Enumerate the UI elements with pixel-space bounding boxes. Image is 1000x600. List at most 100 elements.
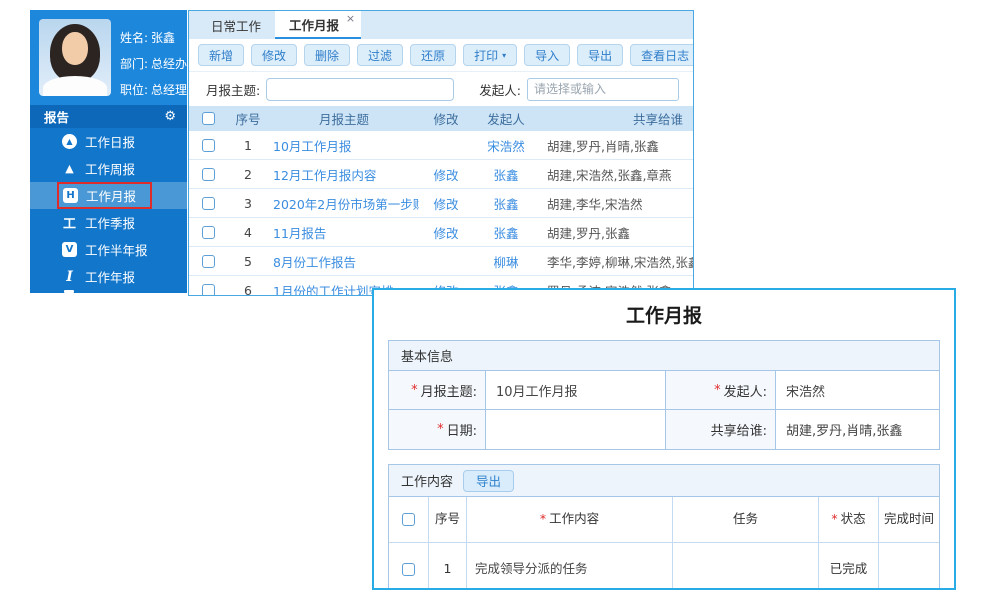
export-button[interactable]: 导出: [577, 44, 623, 66]
sidebar-item-label: 工作半年报: [85, 240, 148, 259]
col-topic: 月报主题: [269, 109, 419, 128]
table-row[interactable]: 2 12月工作月报内容 修改 张鑫 胡建,宋浩然,张鑫,章燕: [189, 160, 693, 189]
modify-link[interactable]: 修改: [419, 223, 473, 242]
report-table: 序号 月报主题 修改 发起人 共享给谁 1 10月工作月报 宋浩然 胡建,罗丹,…: [189, 106, 693, 296]
title-value: 总经理: [151, 83, 187, 97]
annual-report-icon: I: [62, 269, 77, 284]
row-checkbox[interactable]: [202, 255, 215, 268]
avatar: [39, 19, 111, 96]
sidebar-item-label: 工作年报: [85, 267, 135, 286]
work-col-time: 完成时间: [879, 497, 939, 543]
topic-link[interactable]: 2020年2月份市场第一步财务...: [269, 194, 419, 213]
monthly-report-icon: H: [63, 188, 78, 203]
table-row[interactable]: 4 11月报告 修改 张鑫 胡建,罗丹,张鑫: [189, 218, 693, 247]
initiator-link[interactable]: 张鑫: [473, 165, 539, 184]
sidebar-item-quarterly-report[interactable]: 工 工作季报: [30, 209, 187, 236]
name-label: 姓名:: [120, 31, 148, 45]
topic-link[interactable]: 12月工作月报内容: [269, 165, 419, 184]
avatar-face: [62, 32, 88, 65]
basic-info-row: *日期: 共享给谁: 胡建,罗丹,肖晴,张鑫: [389, 410, 939, 449]
profile-info: 姓名:张鑫 部门:总经办 职位:总经理: [120, 19, 187, 96]
initiator-link[interactable]: 张鑫: [473, 223, 539, 242]
restore-button[interactable]: 还原: [410, 44, 456, 66]
section-title: 报告: [44, 107, 69, 126]
topic-filter-input[interactable]: [266, 78, 454, 101]
dialog-export-button[interactable]: 导出: [463, 470, 514, 492]
initiator-link[interactable]: 宋浩然: [473, 136, 539, 155]
import-button[interactable]: 导入: [524, 44, 570, 66]
required-mark: *: [714, 383, 721, 398]
initiator-filter-input[interactable]: [527, 78, 679, 101]
required-mark: *: [540, 511, 546, 528]
row-checkbox[interactable]: [202, 197, 215, 210]
row-seq: 6: [227, 283, 269, 297]
col-shared: 共享给谁: [539, 109, 693, 128]
modify-link[interactable]: 修改: [419, 165, 473, 184]
work-row-content: 完成领导分派的任务: [467, 543, 673, 590]
initiator-field-value: 宋浩然: [776, 371, 939, 409]
modify-link[interactable]: 修改: [419, 194, 473, 213]
sidebar-item-daily-report[interactable]: ▲ 工作日报: [30, 128, 187, 155]
tab-daily-work[interactable]: 日常工作: [197, 11, 275, 39]
profile-title: 职位:总经理: [120, 77, 187, 103]
sidebar-item-semiannual-report[interactable]: V 工作半年报: [30, 236, 187, 263]
gear-icon[interactable]: ⚙: [164, 109, 176, 124]
table-row[interactable]: 3 2020年2月份市场第一步财务... 修改 张鑫 胡建,李华,宋浩然: [189, 189, 693, 218]
work-row-time: [879, 543, 939, 590]
sidebar-section-header: 报告 ⚙: [30, 105, 187, 128]
initiator-link[interactable]: 柳琳: [473, 252, 539, 271]
sidebar-item-label: 工作周报: [85, 159, 135, 178]
row-seq: 2: [227, 167, 269, 182]
work-col-content: *工作内容: [467, 497, 673, 543]
work-row-seq: 1: [429, 543, 467, 590]
print-button[interactable]: 打印▾: [463, 44, 517, 66]
col-modify: 修改: [419, 109, 473, 128]
row-checkbox[interactable]: [202, 284, 215, 297]
partial-nav-icon: [64, 290, 74, 293]
shared-cell: 胡建,罗丹,张鑫: [539, 223, 693, 242]
row-seq: 3: [227, 196, 269, 211]
shared-cell: 胡建,李华,宋浩然: [539, 194, 693, 213]
topic-field-value: 10月工作月报: [486, 371, 666, 409]
work-row-checkbox[interactable]: [402, 563, 415, 576]
work-content-header: 工作内容 导出: [389, 465, 939, 497]
topic-link[interactable]: 11月报告: [269, 223, 419, 242]
work-row-task: [673, 543, 819, 590]
sidebar-item-annual-report[interactable]: I 工作年报: [30, 263, 187, 290]
row-seq: 4: [227, 225, 269, 240]
select-all-checkbox[interactable]: [202, 112, 215, 125]
shared-field-label: 共享给谁:: [666, 410, 776, 449]
table-row[interactable]: 1 10月工作月报 宋浩然 胡建,罗丹,肖晴,张鑫: [189, 131, 693, 160]
tab-monthly-report[interactable]: 工作月报 ×: [275, 11, 361, 39]
profile-name: 姓名:张鑫: [120, 25, 187, 51]
add-button[interactable]: 新增: [198, 44, 244, 66]
shared-field-value: 胡建,罗丹,肖晴,张鑫: [776, 410, 939, 449]
filter-button[interactable]: 过滤: [357, 44, 403, 66]
basic-info-row: *月报主题: 10月工作月报 *发起人: 宋浩然: [389, 371, 939, 410]
sidebar: 姓名:张鑫 部门:总经办 职位:总经理 报告 ⚙ ▲ 工作日报 ▲ 工作周报 H…: [30, 10, 187, 293]
topic-link[interactable]: 8月份工作报告: [269, 252, 419, 271]
sidebar-item-weekly-report[interactable]: ▲ 工作周报: [30, 155, 187, 182]
work-select-all-checkbox[interactable]: [402, 513, 415, 526]
topic-link[interactable]: 10月工作月报: [269, 136, 419, 155]
modify-button[interactable]: 修改: [251, 44, 297, 66]
dialog-title: 工作月报: [374, 301, 954, 328]
delete-button[interactable]: 删除: [304, 44, 350, 66]
semiannual-report-icon: V: [62, 242, 77, 257]
row-checkbox[interactable]: [202, 168, 215, 181]
row-checkbox[interactable]: [202, 139, 215, 152]
sidebar-item-monthly-report[interactable]: H 工作月报: [30, 182, 187, 209]
monthly-report-dialog: 工作月报 基本信息 *月报主题: 10月工作月报 *发起人: 宋浩然 *日期: …: [372, 288, 956, 590]
avatar-shirt: [43, 76, 107, 96]
sidebar-item-label: 工作日报: [85, 132, 135, 151]
main-panel: 日常工作 工作月报 × 新增 修改 删除 过滤 还原 打印▾ 导入 导出 查看日…: [188, 10, 694, 296]
row-checkbox[interactable]: [202, 226, 215, 239]
close-icon[interactable]: ×: [346, 12, 355, 25]
initiator-link[interactable]: 张鑫: [473, 194, 539, 213]
work-table-row[interactable]: 1 完成领导分派的任务 已完成: [389, 543, 939, 590]
chevron-down-icon: ▾: [502, 51, 506, 60]
initiator-filter-label: 发起人:: [479, 80, 521, 99]
row-seq: 5: [227, 254, 269, 269]
table-row[interactable]: 5 8月份工作报告 柳琳 李华,李婷,柳琳,宋浩然,张鑫: [189, 247, 693, 276]
view-log-button[interactable]: 查看日志: [630, 44, 694, 66]
